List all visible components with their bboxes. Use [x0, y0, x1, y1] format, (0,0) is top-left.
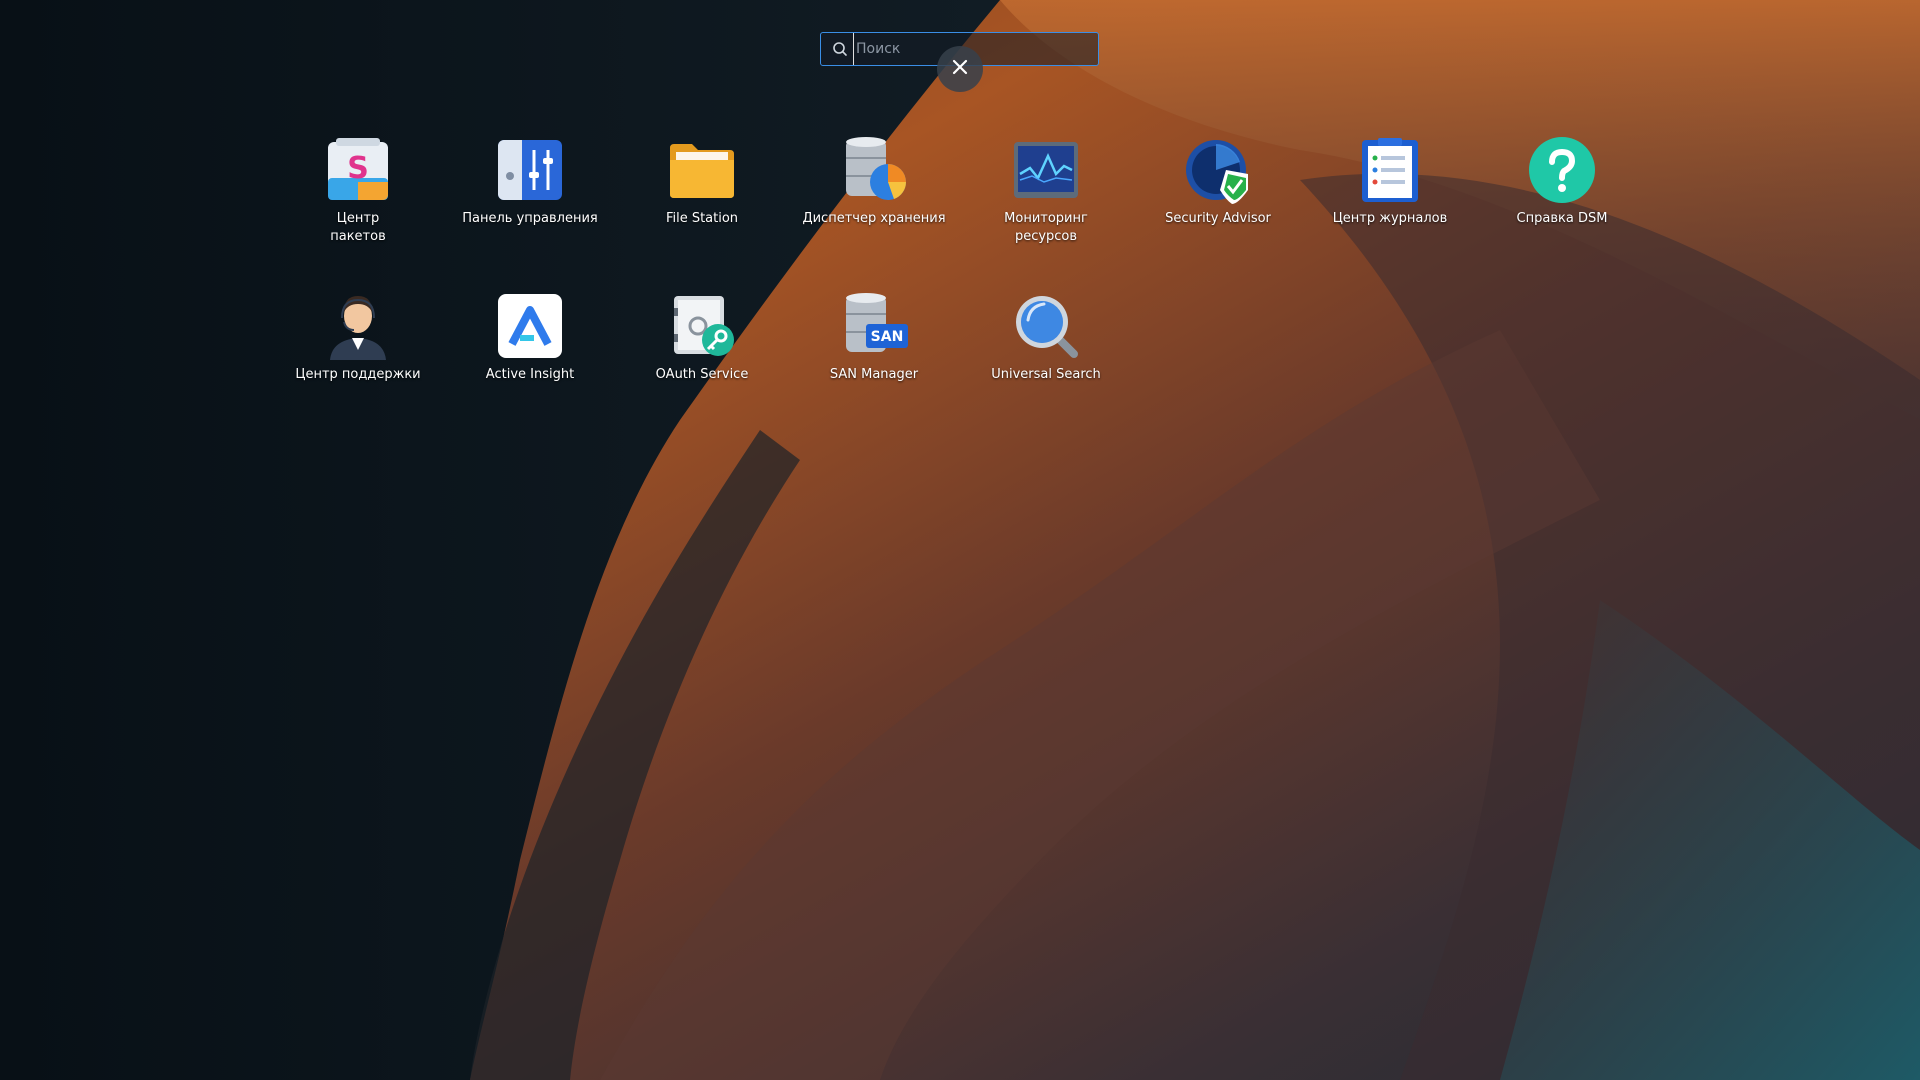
san-icon-text: SAN	[871, 329, 904, 345]
universal-search-icon	[1016, 296, 1078, 358]
app-san-manager[interactable]: SAN SAN Manager	[799, 290, 949, 384]
app-support-center[interactable]: Центр поддержки	[283, 290, 433, 384]
app-label: Центр поддержки	[295, 367, 421, 382]
control-panel-icon	[498, 140, 562, 200]
app-label: Центр пакетов	[330, 211, 386, 244]
app-label: SAN Manager	[829, 367, 919, 382]
san-manager-icon: SAN	[846, 293, 908, 352]
folder-icon	[670, 144, 734, 198]
app-label: Справка DSM	[1516, 211, 1608, 226]
app-dsm-help[interactable]: Справка DSM	[1487, 134, 1637, 228]
package-center-icon: S	[328, 138, 388, 200]
close-icon	[952, 59, 968, 79]
app-label: Панель управления	[462, 211, 598, 226]
app-label: OAuth Service	[655, 367, 749, 382]
app-label: Диспетчер хранения	[802, 211, 946, 226]
log-center-icon	[1362, 138, 1418, 202]
active-insight-icon	[498, 294, 562, 358]
app-storage-manager[interactable]: Диспетчер хранения	[799, 134, 949, 228]
help-icon	[1529, 137, 1595, 203]
app-log-center[interactable]: Центр журналов	[1315, 134, 1465, 228]
close-button[interactable]	[937, 46, 983, 92]
oauth-service-icon	[674, 296, 734, 356]
app-label: Active Insight	[485, 367, 575, 382]
search-icon	[827, 32, 853, 66]
svg-text:S: S	[347, 151, 369, 186]
desktop: S Центр пакетов Панель управления File S…	[0, 0, 1920, 1080]
app-security-advisor[interactable]: Security Advisor	[1143, 134, 1293, 228]
app-active-insight[interactable]: Active Insight	[455, 290, 605, 384]
app-label: Центр журналов	[1332, 211, 1448, 226]
app-label: Universal Search	[991, 367, 1101, 382]
support-center-icon	[330, 296, 386, 360]
app-resource-monitor[interactable]: Мониторинг ресурсов	[971, 134, 1121, 246]
app-file-station[interactable]: File Station	[627, 134, 777, 228]
storage-manager-icon	[846, 137, 906, 200]
security-advisor-icon	[1186, 140, 1248, 204]
app-oauth-service[interactable]: OAuth Service	[627, 290, 777, 384]
app-control-panel[interactable]: Панель управления	[455, 134, 605, 228]
app-label: Мониторинг ресурсов	[1004, 211, 1088, 244]
resource-monitor-icon	[1014, 142, 1078, 198]
app-label: File Station	[665, 211, 739, 226]
app-package-center[interactable]: S Центр пакетов	[283, 134, 433, 246]
app-label: Security Advisor	[1165, 211, 1271, 226]
app-universal-search[interactable]: Universal Search	[971, 290, 1121, 384]
